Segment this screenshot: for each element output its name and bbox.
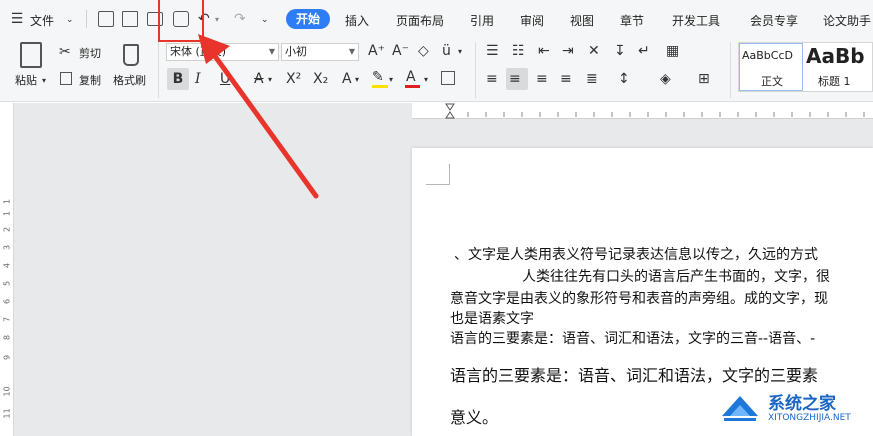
highlight-icon[interactable]: ✎ [372,69,384,85]
ribbon: 粘贴 ▾ ✂ 剪切 复制 格式刷 宋体 (正文) ▼ 小初 ▼ A⁺ A⁻ ◇ ü … [0,38,873,102]
align-right-icon[interactable]: ≡ [536,71,548,87]
bullet-list-icon[interactable]: ☰ [486,43,499,59]
borders-icon[interactable]: ⊞ [698,71,710,87]
paste-icon[interactable] [20,42,42,68]
line-spacing-icon[interactable]: ↕ [618,71,630,87]
document-line[interactable]: 语言的三要素是：语音、词汇和语法，文字的三音--语音、- [450,330,815,348]
margin-corner-mark [426,184,450,185]
format-painter-button[interactable]: 格式刷 [113,72,146,88]
menu-bar: ☰ 文件 ⌄ ↶ ▾ ↷ ⌄ 开始 插入 页面布局 引用 审阅 视图 章节 开发… [0,0,873,38]
chevron-down-icon[interactable]: ⌄ [66,12,74,28]
chevron-down-icon[interactable]: ▾ [424,72,428,88]
ruler-number: 10 [2,386,12,397]
format-painter-icon[interactable] [123,44,139,66]
tabs-icon[interactable]: ▦ [666,43,679,59]
customize-toolbar-icon[interactable]: ⌄ [261,12,269,28]
justify-icon[interactable]: ≡ [560,71,572,87]
save-icon[interactable] [98,11,114,27]
document-line-large[interactable]: 语言的三要素是：语音、词汇和语法，文字的三要素 [450,362,818,386]
document-line[interactable]: 也是语素文字 [450,310,534,328]
horizontal-ruler[interactable] [412,103,873,119]
distributed-icon[interactable]: ≣ [586,71,598,87]
char-border-icon[interactable] [441,71,455,85]
watermark-logo-icon [722,396,758,421]
document-line[interactable]: 人类往往先有口头的语言后产生书面的，文字，很 [522,268,830,286]
chevron-down-icon[interactable]: ▾ [458,44,462,60]
tab-thesis-assistant[interactable]: 论文助手 [823,12,871,29]
document-line[interactable]: 、文字是人类用表义符号记录表达信息以传之，久远的方式 [454,246,818,264]
margin-corner-mark [449,164,450,185]
ruler-number: 4 [2,262,12,269]
file-menu[interactable]: 文件 [30,12,54,29]
sort-icon[interactable]: ↧ [614,43,626,59]
chinese-layout-icon[interactable]: ✕ [588,43,600,59]
tab-member[interactable]: 会员专享 [750,12,798,29]
watermark-title: 系统之家 [768,394,836,414]
chevron-down-icon[interactable]: ▾ [389,72,393,88]
copy-button[interactable]: 复制 [79,72,101,88]
tab-section[interactable]: 章节 [620,12,644,29]
ruler-number: 1 [2,198,12,205]
tab-insert[interactable]: 插入 [345,12,369,29]
tab-home[interactable]: 开始 [286,9,330,29]
paste-dropdown-icon[interactable]: ▾ [42,73,46,89]
annotation-arrow [198,34,319,199]
document-line[interactable]: 意音文字是由表义的象形符号和表音的声旁组。成的文字，现 [450,290,828,308]
undo-dropdown-icon[interactable]: ▾ [215,12,219,28]
style-heading1-name: 标题 1 [818,75,851,88]
tab-view[interactable]: 视图 [570,12,594,29]
ruler-number: 2 [2,226,12,233]
watermark: 系统之家 XITONGZHIJIA.NET [714,386,873,432]
watermark-url: XITONGZHIJIA.NET [768,413,851,423]
divider [86,10,87,28]
align-left-icon[interactable]: ≡ [486,71,498,87]
ruler-number: 5 [2,280,12,287]
style-normal-name: 正文 [761,75,783,88]
ruler-number: 3 [2,244,12,251]
divider [158,42,159,98]
ruler-number: 9 [2,354,12,361]
shrink-font-icon[interactable]: A⁻ [392,43,409,59]
chevron-down-icon[interactable]: ▾ [355,72,359,88]
export-pdf-icon[interactable] [122,11,138,27]
ruler-number: 8 [2,334,12,341]
redo-icon[interactable]: ↷ [234,11,246,27]
style-normal-preview: AaBbCcD [742,49,793,62]
ruler-number: 11 [2,408,12,419]
vertical-ruler[interactable]: 1 1 2 3 4 5 6 7 8 9 10 11 [0,103,14,436]
tab-developer[interactable]: 开发工具 [672,12,720,29]
show-marks-icon[interactable]: ↵ [638,43,650,59]
numbered-list-icon[interactable]: ☷ [512,43,525,59]
grow-font-icon[interactable]: A⁺ [368,43,385,59]
style-heading1-preview[interactable]: AaBb [806,44,865,68]
copy-icon[interactable] [60,72,72,85]
phonetic-guide-icon[interactable]: ü [442,43,451,59]
text-effect-icon[interactable]: A [342,71,352,87]
increase-indent-icon[interactable]: ⇥ [562,43,574,59]
bold-icon[interactable]: B [168,71,188,87]
tab-page-layout[interactable]: 页面布局 [396,12,444,29]
ruler-number: 1 [2,210,12,217]
clear-format-icon[interactable]: ◇ [418,43,429,59]
paste-button-label[interactable]: 粘贴 [15,72,37,88]
document-line-large[interactable]: 意义。 [450,404,498,428]
hamburger-icon[interactable]: ☰ [10,11,24,27]
highlight-color-bar [372,85,388,88]
tab-references[interactable]: 引用 [470,12,494,29]
align-center-icon[interactable]: ≡ [509,71,521,87]
divider [475,42,476,98]
scissors-icon[interactable]: ✂ [59,44,71,60]
ruler-number: 7 [2,316,12,323]
ruler-number: 6 [2,298,12,305]
decrease-indent-icon[interactable]: ⇤ [538,43,550,59]
cut-button[interactable]: 剪切 [79,45,101,61]
tab-review[interactable]: 审阅 [520,12,544,29]
font-color-icon[interactable]: A [406,69,416,85]
shading-icon[interactable]: ◈ [660,71,671,87]
font-color-bar [405,85,420,88]
chevron-down-icon: ▼ [348,47,355,56]
divider [730,42,731,98]
